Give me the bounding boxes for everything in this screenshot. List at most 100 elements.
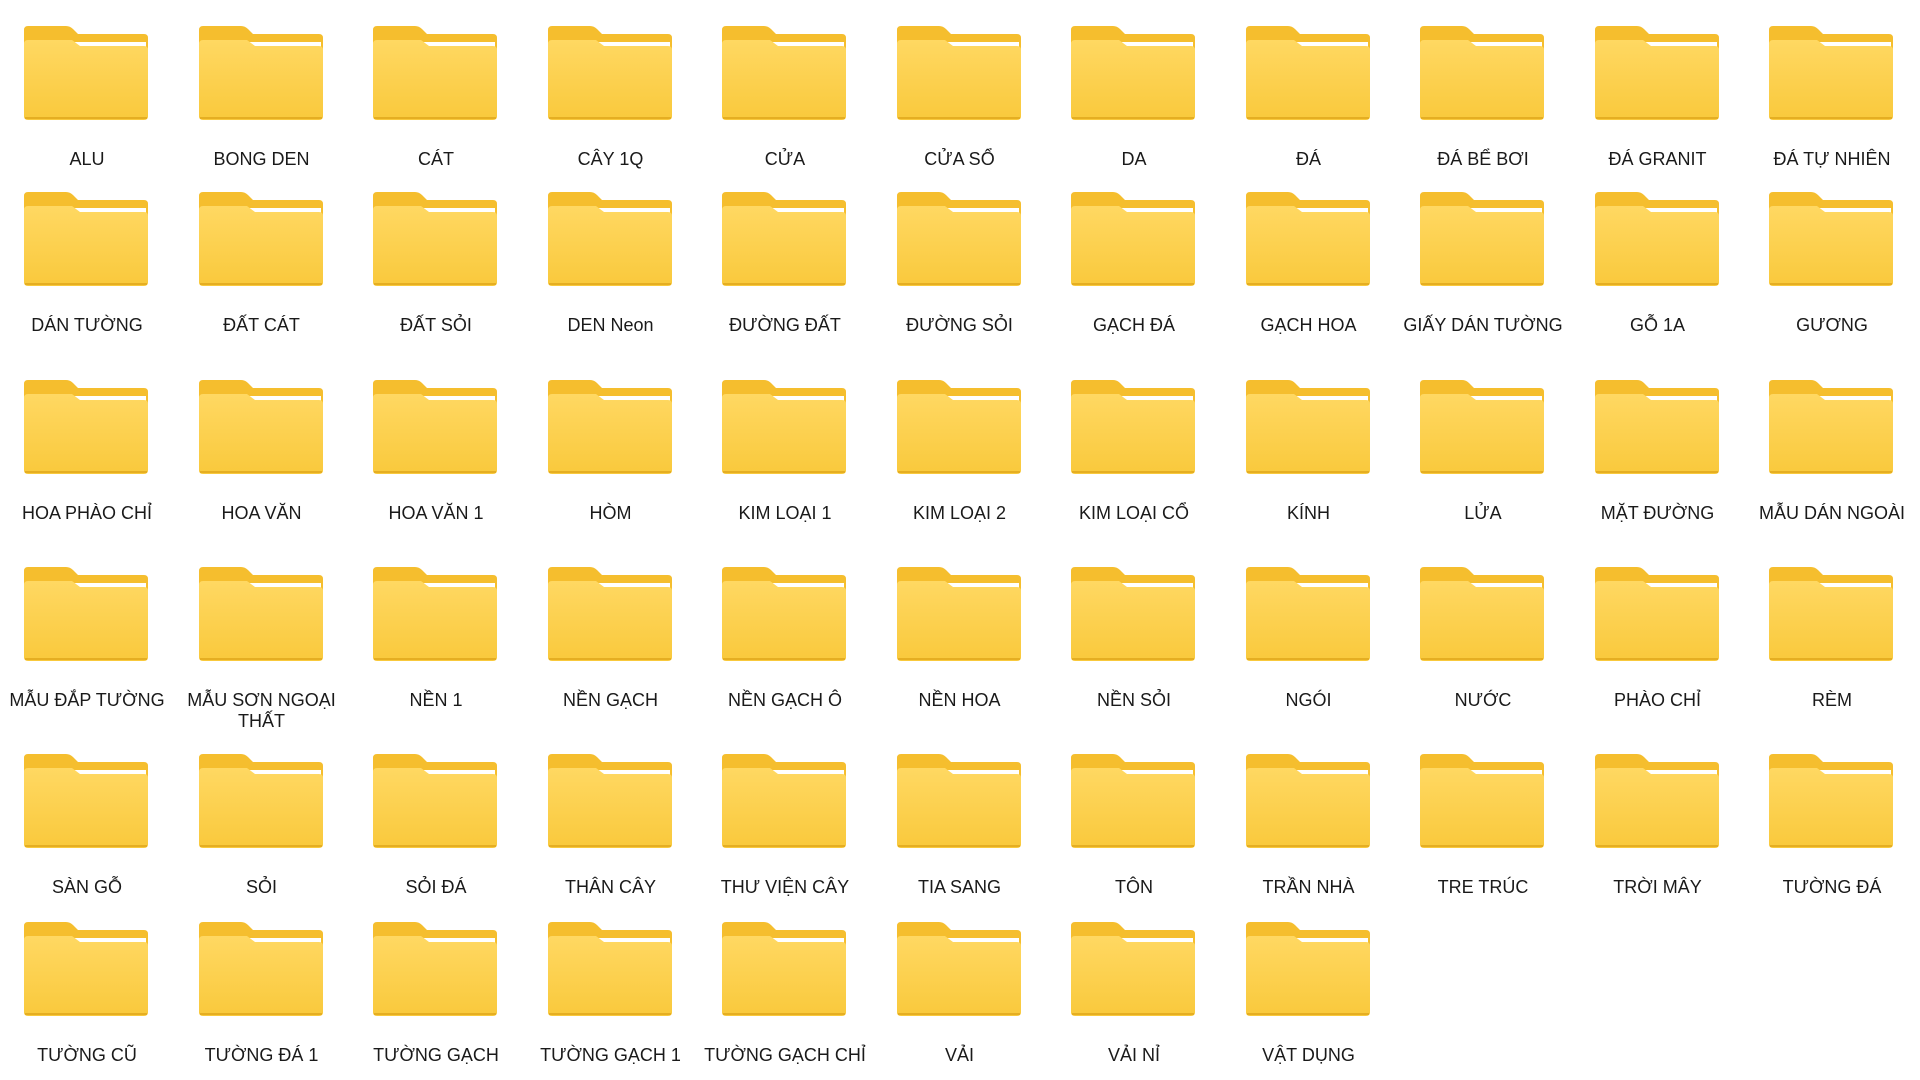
- folder-item[interactable]: ĐẤT CÁT: [175, 190, 349, 340]
- folder-item[interactable]: ĐẤT SỎI: [349, 190, 523, 340]
- folder-item[interactable]: NGÓI: [1222, 565, 1396, 715]
- folder-label: VẢI: [944, 1045, 974, 1065]
- folder-label: ĐƯỜNG SỎI: [906, 315, 1013, 335]
- folder-icon: [1071, 26, 1195, 120]
- folder-item[interactable]: ALU: [0, 24, 174, 174]
- folder-item[interactable]: SỎI ĐÁ: [349, 752, 523, 902]
- folder-icon: [1594, 192, 1719, 286]
- folder-item[interactable]: ĐÁ GRANIT: [1571, 24, 1745, 174]
- folder-icon: [373, 754, 497, 848]
- folder-label: DEN Neon: [567, 315, 654, 335]
- folder-icon: [1071, 192, 1195, 286]
- folder-item[interactable]: HOA VĂN: [175, 378, 349, 528]
- folder-label: SỎI ĐÁ: [405, 877, 467, 897]
- folder-item[interactable]: NỀN GẠCH: [524, 565, 698, 715]
- folder-item[interactable]: THƯ VIỆN CÂY: [698, 752, 872, 902]
- folder-item[interactable]: MẪU SƠN NGOẠI THẤT: [175, 565, 349, 731]
- folder-icon: [722, 26, 846, 120]
- folder-icon: [1769, 380, 1893, 474]
- folder-item[interactable]: SỎI: [175, 752, 349, 902]
- folder-item[interactable]: HOA VĂN 1: [349, 378, 523, 528]
- folder-item[interactable]: NỀN HOA: [873, 565, 1047, 715]
- folder-item[interactable]: TRỜI MÂY: [1571, 752, 1745, 902]
- folder-item[interactable]: CÁT: [349, 24, 523, 174]
- folder-item[interactable]: TRẦN NHÀ: [1222, 752, 1396, 902]
- folder-icon: [373, 192, 497, 286]
- folder-item[interactable]: TRE TRÚC: [1396, 752, 1570, 902]
- folder-label: KIM LOẠI 2: [912, 503, 1007, 523]
- folder-item[interactable]: NƯỚC: [1396, 565, 1570, 715]
- folder-item[interactable]: TƯỜNG GẠCH CHỈ: [698, 920, 872, 1070]
- folder-label: ĐÁ TỰ NHIÊN: [1773, 149, 1891, 169]
- folder-item[interactable]: NỀN GẠCH Ô: [698, 565, 872, 715]
- folder-item[interactable]: VẢI NỈ: [1047, 920, 1221, 1070]
- folder-item[interactable]: VẢI: [873, 920, 1047, 1070]
- folder-item[interactable]: CỬA: [698, 24, 872, 174]
- folder-item[interactable]: GẠCH ĐÁ: [1047, 190, 1221, 340]
- folder-item[interactable]: CỬA SỔ: [873, 24, 1047, 174]
- folder-icon: [1071, 380, 1195, 474]
- folder-item[interactable]: MẪU ĐẮP TƯỜNG: [0, 565, 174, 715]
- folder-item[interactable]: TƯỜNG CŨ: [0, 920, 174, 1070]
- folder-item[interactable]: LỬA: [1396, 378, 1570, 528]
- folder-item[interactable]: DEN Neon: [524, 190, 698, 340]
- folder-item[interactable]: MẶT ĐƯỜNG: [1571, 378, 1745, 528]
- folder-item[interactable]: VẬT DỤNG: [1222, 920, 1396, 1070]
- folder-label: THƯ VIỆN CÂY: [720, 877, 850, 897]
- folder-item[interactable]: HOA PHÀO CHỈ: [0, 378, 174, 528]
- folder-label: TRE TRÚC: [1437, 877, 1529, 897]
- folder-icon: [373, 922, 497, 1016]
- folder-icon: [722, 192, 846, 286]
- folder-item[interactable]: TƯỜNG GẠCH 1: [524, 920, 698, 1070]
- folder-item[interactable]: GỖ 1A: [1571, 190, 1745, 340]
- folder-icon: [722, 754, 846, 848]
- folder-item[interactable]: TƯỜNG GẠCH: [349, 920, 523, 1070]
- folder-item[interactable]: ĐÁ BỂ BƠI: [1396, 24, 1570, 174]
- folder-icon: [373, 380, 497, 474]
- folder-label: DÁN TƯỜNG: [31, 315, 143, 335]
- folder-label: CỬA SỔ: [924, 149, 995, 169]
- folder-icon: [1245, 380, 1370, 474]
- folder-item[interactable]: DA: [1047, 24, 1221, 174]
- folder-item[interactable]: THÂN CÂY: [524, 752, 698, 902]
- folder-label: NGÓI: [1285, 690, 1332, 710]
- folder-item[interactable]: KIM LOẠI 2: [873, 378, 1047, 528]
- folder-item[interactable]: KIM LOẠI CỔ: [1047, 378, 1221, 528]
- folder-item[interactable]: SÀN GỖ: [0, 752, 174, 902]
- folder-item[interactable]: MẪU DÁN NGOÀI: [1745, 378, 1919, 528]
- folder-item[interactable]: TÔN: [1047, 752, 1221, 902]
- folder-icon: [198, 26, 323, 120]
- folder-label: PHÀO CHỈ: [1613, 690, 1701, 710]
- folder-item[interactable]: KIM LOẠI 1: [698, 378, 872, 528]
- folder-icon: [24, 922, 148, 1016]
- folder-label: BONG DEN: [213, 149, 310, 169]
- folder-item[interactable]: ĐÁ: [1222, 24, 1396, 174]
- folder-item[interactable]: KÍNH: [1222, 378, 1396, 528]
- folder-item[interactable]: ĐƯỜNG ĐẤT: [698, 190, 872, 340]
- folder-icon: [1245, 567, 1370, 661]
- folder-icon: [198, 192, 323, 286]
- folder-item[interactable]: ĐÁ TỰ NHIÊN: [1745, 24, 1919, 174]
- folder-item[interactable]: GƯƠNG: [1745, 190, 1919, 340]
- folder-label: MẪU ĐẮP TƯỜNG: [9, 690, 165, 710]
- folder-item[interactable]: TƯỜNG ĐÁ: [1745, 752, 1919, 902]
- folder-label: ĐÁ GRANIT: [1608, 149, 1707, 169]
- folder-label: KIM LOẠI CỔ: [1078, 503, 1190, 523]
- folder-item[interactable]: HÒM: [524, 378, 698, 528]
- folder-label: HOA PHÀO CHỈ: [21, 503, 153, 523]
- folder-item[interactable]: BONG DEN: [175, 24, 349, 174]
- folder-label: GẠCH ĐÁ: [1092, 315, 1175, 335]
- folder-label: KIM LOẠI 1: [738, 503, 832, 523]
- folder-item[interactable]: TƯỜNG ĐÁ 1: [175, 920, 349, 1070]
- folder-item[interactable]: DÁN TƯỜNG: [0, 190, 174, 340]
- folder-item[interactable]: PHÀO CHỈ: [1571, 565, 1745, 715]
- folder-item[interactable]: NỀN SỎI: [1047, 565, 1221, 715]
- folder-item[interactable]: NỀN 1: [349, 565, 523, 715]
- folder-icon: [896, 922, 1021, 1016]
- folder-item[interactable]: CÂY 1Q: [524, 24, 698, 174]
- folder-item[interactable]: GẠCH HOA: [1222, 190, 1396, 340]
- folder-item[interactable]: RÈM: [1745, 565, 1919, 715]
- folder-item[interactable]: GIẤY DÁN TƯỜNG: [1396, 190, 1570, 340]
- folder-item[interactable]: TIA SANG: [873, 752, 1047, 902]
- folder-item[interactable]: ĐƯỜNG SỎI: [873, 190, 1047, 340]
